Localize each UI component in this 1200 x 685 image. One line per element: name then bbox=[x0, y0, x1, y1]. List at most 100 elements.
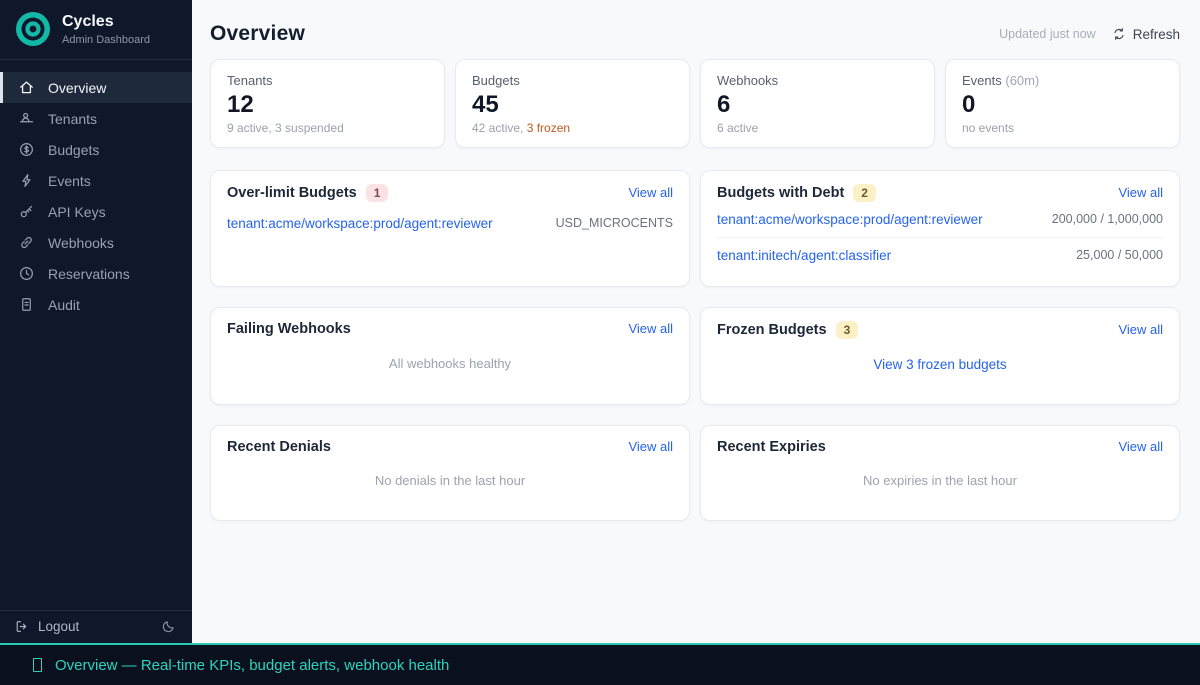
refresh-button[interactable]: Refresh bbox=[1112, 27, 1180, 42]
main-content: Overview Updated just now Refresh Tenant… bbox=[192, 0, 1200, 643]
home-icon bbox=[20, 81, 33, 94]
sidebar-item-api-keys[interactable]: API Keys bbox=[0, 196, 192, 227]
sidebar-item-events[interactable]: Events bbox=[0, 165, 192, 196]
app-name: Cycles bbox=[62, 13, 114, 31]
budget-currency: USD_MICROCENTS bbox=[555, 216, 673, 231]
count-badge: 3 bbox=[835, 320, 859, 339]
kpi-subtext: 42 active, 3 frozen bbox=[472, 120, 571, 135]
kpi-value: 6 bbox=[717, 91, 731, 118]
status-glyph-icon bbox=[33, 658, 42, 672]
panel-budgets-with-debt: Budgets with Debt 2 View all tenant:acme… bbox=[700, 169, 1180, 287]
panel-header: Frozen Budgets 3 View all bbox=[717, 320, 1163, 339]
panel-frozen-budgets: Frozen Budgets 3 View all View 3 frozen … bbox=[700, 306, 1180, 405]
view-all-link[interactable]: View all bbox=[628, 185, 673, 200]
view-all-link[interactable]: View all bbox=[628, 439, 673, 454]
document-icon bbox=[22, 298, 31, 311]
sidebar-item-label: Tenants bbox=[48, 110, 98, 127]
updated-timestamp: Updated just now bbox=[999, 27, 1096, 41]
sidebar-item-audit[interactable]: Audit bbox=[0, 289, 192, 320]
panel-body: tenant:acme/workspace:prod/agent:reviewe… bbox=[227, 202, 673, 273]
view-all-link[interactable]: View all bbox=[1118, 185, 1163, 200]
panel-header: Failing Webhooks View all bbox=[227, 321, 673, 337]
status-text: Overview — Real-time KPIs, budget alerts… bbox=[55, 656, 450, 674]
refresh-icon bbox=[1114, 28, 1124, 40]
empty-state-text: No expiries in the last hour bbox=[863, 473, 1017, 489]
sidebar-nav: Overview Tenants Budgets Events API Keys… bbox=[0, 60, 192, 320]
panel-title: Budgets with Debt bbox=[717, 184, 845, 201]
panel-recent-expiries: Recent Expiries View all No expiries in … bbox=[700, 424, 1180, 521]
sidebar-item-webhooks[interactable]: Webhooks bbox=[0, 227, 192, 258]
kpi-card-budgets: Budgets 45 42 active, 3 frozen bbox=[455, 59, 690, 148]
frozen-budgets-action: View 3 frozen budgets bbox=[717, 339, 1163, 391]
brand: Cycles Admin Dashboard bbox=[0, 0, 192, 60]
view-all-link[interactable]: View all bbox=[1118, 322, 1163, 337]
panel-body: No denials in the last hour bbox=[227, 455, 673, 507]
kpi-label: Webhooks bbox=[717, 73, 779, 88]
status-bar: Overview — Real-time KPIs, budget alerts… bbox=[0, 643, 1200, 685]
kpi-label-suffix: (60m) bbox=[1005, 73, 1040, 88]
panel-header: Recent Denials View all bbox=[227, 439, 673, 455]
logout-button[interactable]: Logout bbox=[14, 619, 79, 634]
view-all-link[interactable]: View all bbox=[628, 321, 673, 336]
view-all-link[interactable]: View all bbox=[1118, 439, 1163, 454]
kpi-card-events: Events (60m) 0 no events bbox=[945, 59, 1180, 148]
kpi-label: Budgets bbox=[472, 73, 520, 88]
kpi-subtext: 9 active, 3 suspended bbox=[227, 120, 344, 135]
kpi-row: Tenants 12 9 active, 3 suspended Budgets… bbox=[210, 59, 1180, 148]
dollar-circle-icon bbox=[20, 143, 33, 156]
kpi-label: Events (60m) bbox=[962, 73, 1040, 88]
panel-title: Frozen Budgets bbox=[717, 321, 827, 338]
sidebar-item-label: Webhooks bbox=[48, 234, 114, 251]
panel-over-limit-budgets: Over-limit Budgets 1 View all tenant:acm… bbox=[210, 169, 690, 287]
count-badge: 1 bbox=[365, 183, 389, 202]
budget-amount: 25,000 / 50,000 bbox=[1076, 248, 1163, 263]
budget-link[interactable]: tenant:initech/agent:classifier bbox=[717, 248, 891, 263]
sidebar-item-tenants[interactable]: Tenants bbox=[0, 103, 192, 134]
empty-state-text: No denials in the last hour bbox=[374, 473, 526, 489]
dark-mode-toggle[interactable] bbox=[161, 619, 176, 634]
sidebar-item-label: API Keys bbox=[48, 203, 106, 220]
sidebar-item-label: Budgets bbox=[48, 141, 100, 158]
sidebar-footer: Logout bbox=[0, 610, 192, 643]
sidebar-item-label: Events bbox=[48, 172, 91, 189]
panel-title: Failing Webhooks bbox=[227, 320, 351, 337]
kpi-card-webhooks: Webhooks 6 6 active bbox=[700, 59, 935, 148]
page-title: Overview bbox=[210, 22, 305, 45]
panel-body: All webhooks healthy bbox=[227, 337, 673, 391]
budget-link[interactable]: tenant:acme/workspace:prod/agent:reviewe… bbox=[717, 212, 983, 227]
panel-recent-denials: Recent Denials View all No denials in th… bbox=[210, 424, 690, 521]
kpi-card-tenants: Tenants 12 9 active, 3 suspended bbox=[210, 59, 445, 148]
panel-body: tenant:acme/workspace:prod/agent:reviewe… bbox=[717, 202, 1163, 273]
sidebar-item-budgets[interactable]: Budgets bbox=[0, 134, 192, 165]
view-frozen-budgets-link[interactable]: View 3 frozen budgets bbox=[873, 357, 1006, 372]
panel-header: Recent Expiries View all bbox=[717, 439, 1163, 455]
app-window: Cycles Admin Dashboard Overview Tenants … bbox=[0, 0, 1200, 685]
panel-failing-webhooks: Failing Webhooks View all All webhooks h… bbox=[210, 306, 690, 405]
panel-body: View 3 frozen budgets bbox=[717, 339, 1163, 391]
empty-state-text: All webhooks healthy bbox=[388, 356, 512, 372]
sidebar-item-overview[interactable]: Overview bbox=[0, 72, 192, 103]
sidebar-item-label: Audit bbox=[48, 296, 80, 313]
cycles-logo-icon bbox=[16, 12, 50, 46]
header-actions: Updated just now Refresh bbox=[999, 27, 1180, 42]
brand-text: Cycles Admin Dashboard bbox=[62, 12, 150, 45]
kpi-value: 12 bbox=[227, 91, 254, 118]
kpi-label: Tenants bbox=[227, 73, 273, 88]
refresh-label: Refresh bbox=[1132, 26, 1180, 42]
sidebar-item-label: Overview bbox=[48, 79, 107, 96]
logout-label: Logout bbox=[38, 619, 80, 634]
count-badge: 2 bbox=[853, 183, 876, 202]
budget-row: tenant:acme/workspace:prod/agent:reviewe… bbox=[717, 202, 1163, 237]
logout-icon bbox=[16, 621, 27, 632]
sidebar-item-reservations[interactable]: Reservations bbox=[0, 258, 192, 289]
kpi-value: 0 bbox=[962, 91, 976, 118]
users-icon bbox=[19, 112, 34, 123]
app-subtitle: Admin Dashboard bbox=[62, 33, 151, 46]
panel-title: Recent Expiries bbox=[717, 438, 826, 455]
budget-row: tenant:initech/agent:classifier 25,000 /… bbox=[717, 236, 1163, 273]
panel-body: No expiries in the last hour bbox=[717, 455, 1163, 507]
panels-grid: Over-limit Budgets 1 View all tenant:acm… bbox=[210, 169, 1180, 521]
kpi-subtext: 6 active bbox=[717, 120, 759, 135]
budget-link[interactable]: tenant:acme/workspace:prod/agent:reviewe… bbox=[227, 216, 493, 231]
key-icon bbox=[20, 205, 33, 218]
